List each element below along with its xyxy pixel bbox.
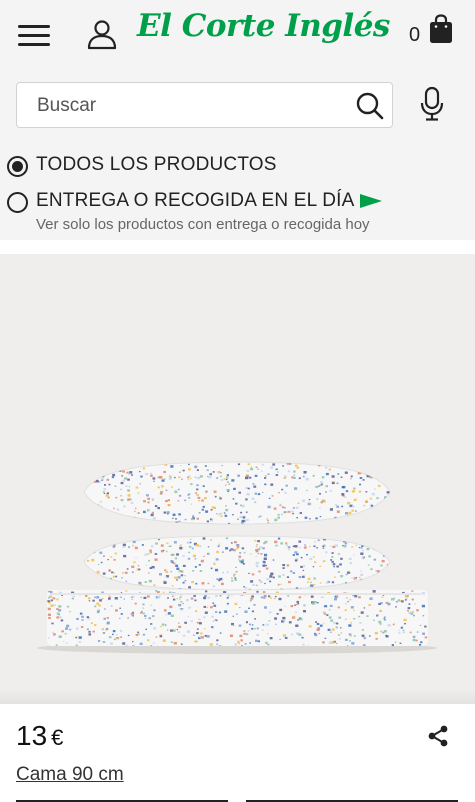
image-bottom-shade <box>0 690 475 704</box>
size-selector-link[interactable]: Cama 90 cm <box>16 764 124 786</box>
search-input[interactable] <box>37 94 337 118</box>
search-icon[interactable] <box>355 91 385 121</box>
delivery-flag-icon <box>360 193 383 208</box>
product-price: 13 € <box>16 720 63 752</box>
filter-same-day-label: ENTREGA O RECOGIDA EN EL DÍA <box>36 190 355 211</box>
search-bar <box>16 82 393 128</box>
filter-all-products-label: TODOS LOS PRODUCTOS <box>36 154 277 175</box>
price-currency: € <box>51 725 64 750</box>
filter-same-day[interactable]: ENTREGA O RECOGIDA EN EL DÍA Ver solo lo… <box>7 190 383 233</box>
bedding-illustration <box>37 461 437 654</box>
header: El Corte Inglés 0 <box>0 0 475 70</box>
microphone-icon[interactable] <box>420 86 444 122</box>
user-icon[interactable] <box>86 18 118 50</box>
cart-count: 0 <box>409 24 421 46</box>
price-value: 13 <box>16 720 48 751</box>
radio-selected-icon[interactable] <box>7 156 28 177</box>
filter-all-products[interactable]: TODOS LOS PRODUCTOS <box>7 154 277 177</box>
shopping-bag-icon[interactable] <box>428 14 454 44</box>
separator <box>0 240 475 254</box>
brand-logo[interactable]: El Corte Inglés <box>137 8 390 44</box>
product-image[interactable] <box>0 254 475 704</box>
radio-unselected-icon[interactable] <box>7 192 28 213</box>
share-icon[interactable] <box>426 724 450 748</box>
hamburger-menu-icon[interactable] <box>18 25 50 49</box>
filter-same-day-description: Ver solo los productos con entrega o rec… <box>36 216 370 233</box>
product-info: 13 € Cama 90 cm <box>0 704 475 802</box>
